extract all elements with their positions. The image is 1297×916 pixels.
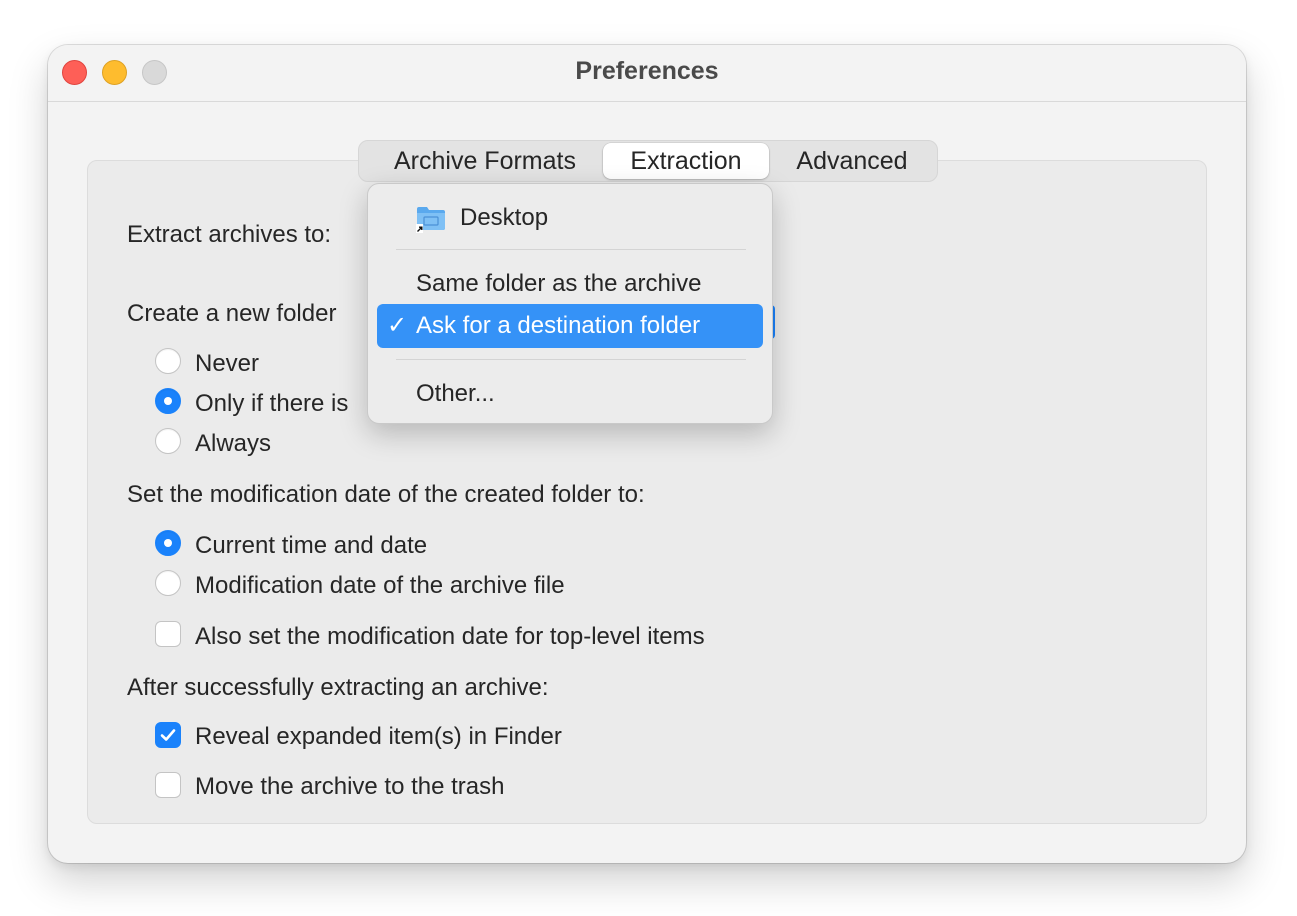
extract-to-label: Extract archives to: xyxy=(127,221,332,248)
menu-item-same-folder[interactable]: Same folder as the archive xyxy=(416,270,701,298)
modification-date-label: Set the modification date of the created… xyxy=(127,481,645,508)
checkbox-move-to-trash-label[interactable]: Move the archive to the trash xyxy=(195,773,505,801)
menu-item-ask-destination[interactable]: ✓ Ask for a destination folder xyxy=(377,304,763,348)
radio-archive-date-label[interactable]: Modification date of the archive file xyxy=(195,572,565,600)
tab-extraction[interactable]: Extraction xyxy=(603,143,769,179)
checkbox-top-level-items[interactable] xyxy=(155,621,181,647)
window-title: Preferences xyxy=(575,57,719,85)
tab-bar: Archive Formats Extraction Advanced xyxy=(358,140,938,182)
radio-only-if[interactable] xyxy=(155,388,181,414)
tab-advanced[interactable]: Advanced xyxy=(775,143,929,179)
menu-item-other[interactable]: Other... xyxy=(416,380,495,408)
radio-never[interactable] xyxy=(155,348,181,374)
radio-current-time[interactable] xyxy=(155,530,181,556)
extract-to-menu: Desktop Same folder as the archive ✓ Ask… xyxy=(367,183,773,424)
radio-archive-date[interactable] xyxy=(155,570,181,596)
title-bar[interactable]: Preferences xyxy=(48,45,1246,102)
checkmark-icon xyxy=(160,729,176,741)
radio-only-if-label[interactable]: Only if there is xyxy=(195,390,348,418)
radio-current-time-label[interactable]: Current time and date xyxy=(195,532,427,560)
menu-item-ask-destination-label: Ask for a destination folder xyxy=(416,312,701,339)
menu-separator xyxy=(396,249,746,250)
tab-archive-formats[interactable]: Archive Formats xyxy=(369,143,601,179)
preferences-window: Preferences Archive Formats Extraction A… xyxy=(48,45,1246,863)
after-extract-label: After successfully extracting an archive… xyxy=(127,674,549,701)
radio-always[interactable] xyxy=(155,428,181,454)
checkbox-reveal-in-finder[interactable] xyxy=(155,722,181,748)
checkbox-top-level-items-label[interactable]: Also set the modification date for top-l… xyxy=(195,623,705,651)
radio-never-label[interactable]: Never xyxy=(195,350,259,378)
menu-separator xyxy=(396,359,746,360)
checkbox-move-to-trash[interactable] xyxy=(155,772,181,798)
menu-item-desktop[interactable]: Desktop xyxy=(460,204,548,232)
checkbox-reveal-in-finder-label[interactable]: Reveal expanded item(s) in Finder xyxy=(195,723,562,751)
new-folder-label: Create a new folder xyxy=(127,300,337,327)
checkmark-icon: ✓ xyxy=(387,312,408,339)
radio-always-label[interactable]: Always xyxy=(195,430,271,458)
folder-icon xyxy=(416,207,445,233)
